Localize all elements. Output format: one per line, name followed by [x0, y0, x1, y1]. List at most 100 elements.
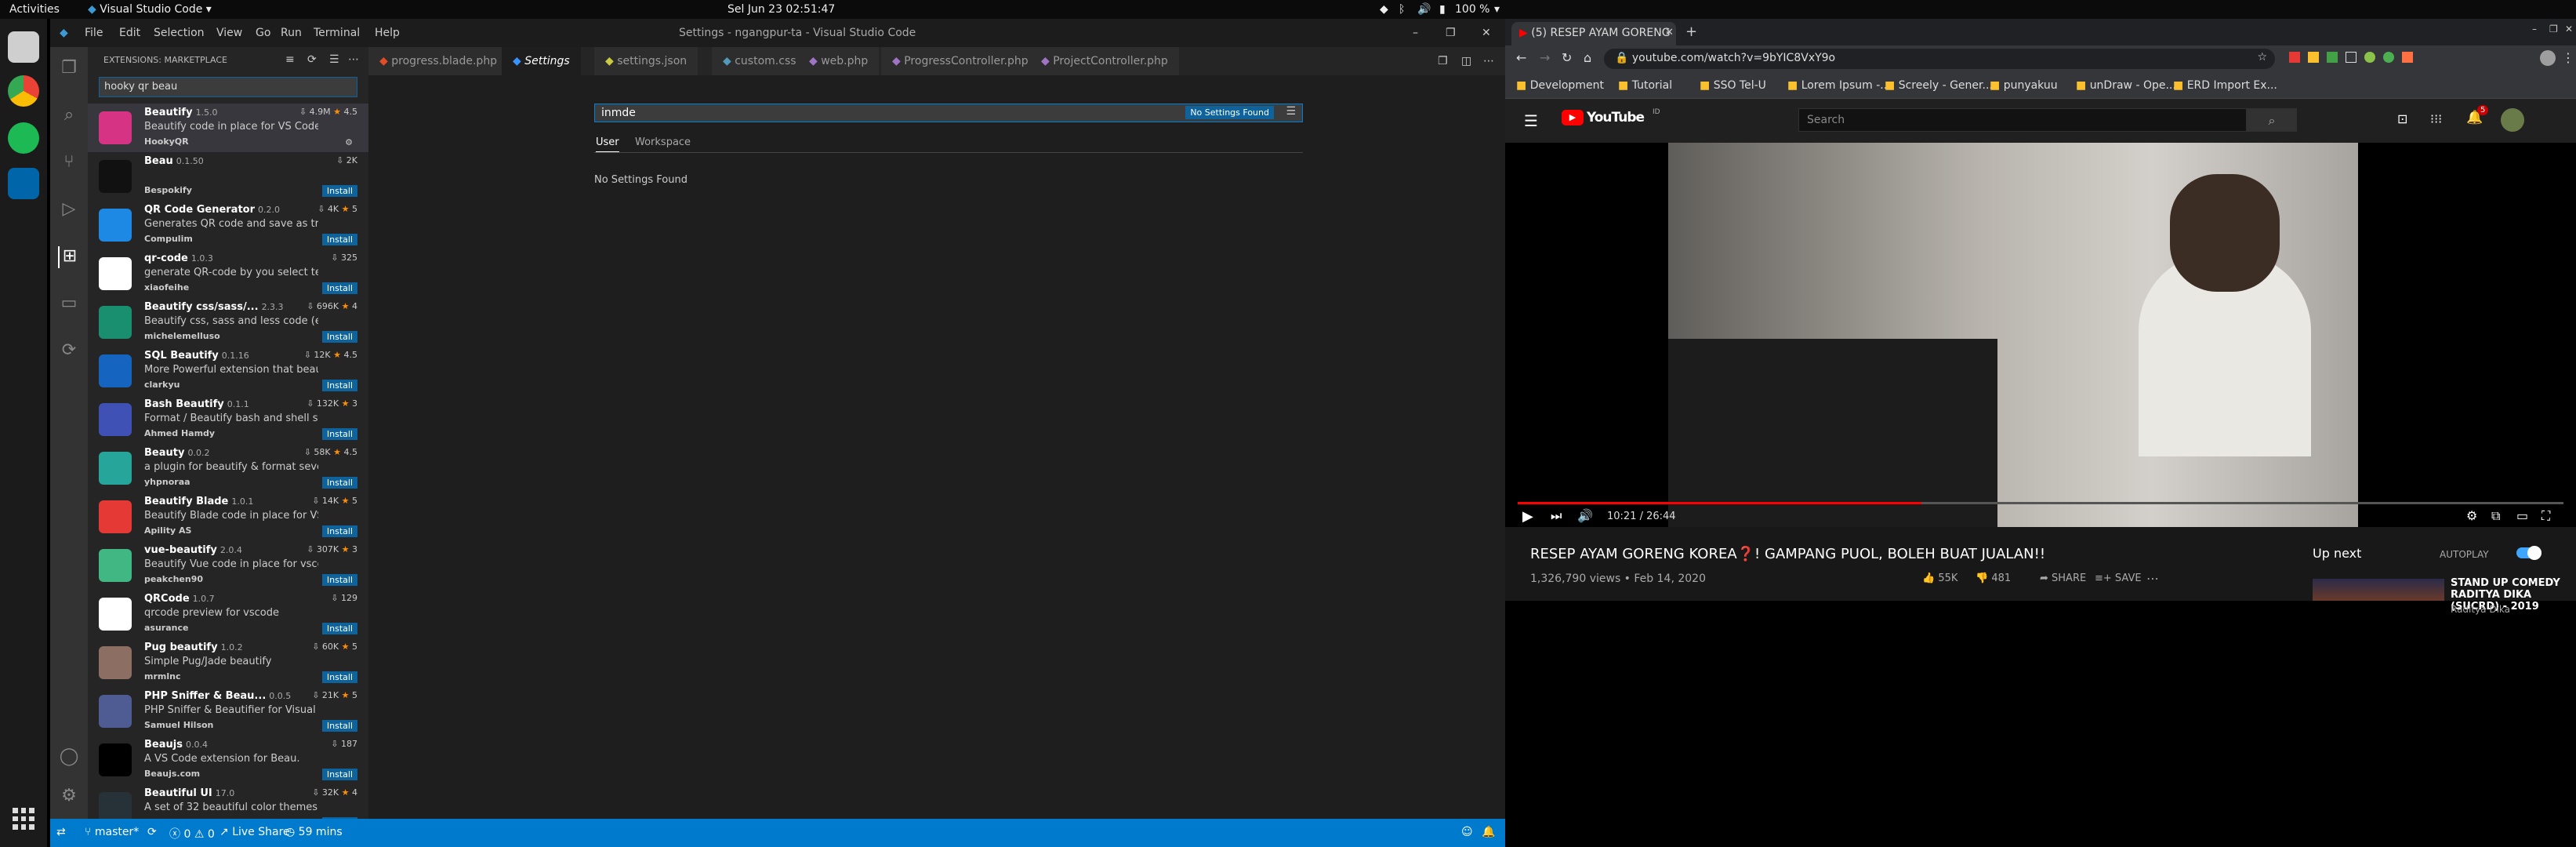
extension-item[interactable]: Beau 0.1.50 Bespokify ⇩ 2K Install: [88, 152, 368, 201]
more-options-icon[interactable]: ⋯: [2146, 571, 2159, 586]
sync-icon[interactable]: ⟳: [147, 826, 157, 838]
forward-icon[interactable]: →: [1540, 50, 1550, 65]
live-share-icon[interactable]: ⟳: [58, 340, 80, 362]
profile-avatar[interactable]: [2540, 50, 2556, 66]
bookmark-item[interactable]: ■ SSO Tel-U: [1700, 79, 1766, 92]
battery-icon[interactable]: ▮: [1439, 3, 1446, 16]
editor-more-icon[interactable]: ⋯: [1483, 55, 1494, 67]
filter-icon[interactable]: ≡: [285, 53, 295, 66]
feedback-icon[interactable]: ☺: [1461, 826, 1473, 838]
open-settings-json-icon[interactable]: ❐: [1438, 55, 1448, 67]
close-icon[interactable]: ✕: [1482, 27, 1491, 39]
create-video-icon[interactable]: ⊡: [2397, 111, 2407, 126]
next-video-thumbnail[interactable]: [2313, 579, 2444, 601]
network-icon[interactable]: ◆: [1380, 3, 1388, 16]
volume-icon[interactable]: 🔊: [1417, 3, 1431, 16]
menu-file[interactable]: File: [85, 27, 103, 39]
extension-icon-1[interactable]: [2289, 52, 2300, 63]
extension-item[interactable]: vue-beautify 2.0.4 Beautify Vue code in pl…: [88, 541, 368, 590]
extension-icon-5[interactable]: [2364, 52, 2375, 63]
spotify-icon[interactable]: [8, 122, 39, 154]
bookmark-item[interactable]: ■ Screely - Gener...: [1885, 79, 1993, 92]
home-icon[interactable]: ⌂: [1584, 50, 1591, 65]
menu-view[interactable]: View: [216, 27, 242, 39]
play-icon[interactable]: ▶: [1522, 508, 1533, 525]
extension-item[interactable]: qr-code 1.0.3 generate QR-code by you sele…: [88, 249, 368, 298]
menu-selection[interactable]: Selection: [154, 27, 205, 39]
problems-status[interactable]: ⓧ 0 ⚠ 0: [169, 826, 215, 842]
extension-icon-2[interactable]: [2308, 52, 2319, 63]
bookmark-item[interactable]: ■ ERD Import Ex...: [2173, 79, 2277, 92]
save-button[interactable]: ≡+ SAVE: [2095, 573, 2142, 584]
share-button[interactable]: ➦ SHARE: [2040, 573, 2086, 584]
extension-item[interactable]: QRCode 1.0.7 qrcode preview for vscode asur…: [88, 590, 368, 638]
menu-run[interactable]: Run: [281, 27, 302, 39]
dislike-button[interactable]: 👎 481: [1976, 573, 2011, 584]
address-bar[interactable]: 🔒 youtube.com/watch?v=9bYIC8VxY9o ☆: [1604, 49, 2275, 69]
remote-icon[interactable]: ⇄: [56, 826, 66, 838]
install-button[interactable]: Install: [321, 574, 357, 586]
extension-icon-3[interactable]: [2327, 52, 2338, 63]
clock[interactable]: Sel Jun 23 02:51:47: [727, 3, 835, 16]
miniplayer-icon[interactable]: ⧉: [2491, 508, 2500, 524]
extension-icon-4[interactable]: [2346, 52, 2356, 63]
maximize-icon[interactable]: ❐: [1446, 27, 1456, 39]
remote-explorer-icon[interactable]: ▭: [58, 293, 80, 315]
maximize-icon[interactable]: ❐: [2549, 24, 2558, 35]
run-debug-icon[interactable]: ▷: [58, 199, 80, 221]
extension-item[interactable]: QR Code Generator 0.2.0 Generates QR code …: [88, 201, 368, 249]
clear-icon[interactable]: ☰: [329, 53, 339, 66]
extension-item[interactable]: Beautify Blade 1.0.1 Beautify Blade code i…: [88, 493, 368, 541]
install-button[interactable]: Install: [321, 331, 357, 343]
install-button[interactable]: Install: [321, 671, 357, 683]
bookmark-item[interactable]: ■ Tutorial: [1618, 79, 1672, 92]
youtube-search-input[interactable]: Search: [1798, 108, 2247, 132]
tab-youtube[interactable]: ▶ (5) RESEP AYAM GORENG: [1511, 22, 1676, 45]
vscode-dock-icon[interactable]: [8, 168, 39, 199]
system-menu-arrow[interactable]: ▾: [1494, 3, 1500, 16]
menu-terminal[interactable]: Terminal: [314, 27, 360, 39]
like-button[interactable]: 👍 55K: [1922, 573, 1957, 584]
extension-item[interactable]: Beauty 0.0.2 a plugin for beautify & forma…: [88, 444, 368, 493]
search-icon[interactable]: ⌕: [58, 105, 80, 127]
source-control-icon[interactable]: ⑂: [58, 152, 80, 174]
tab-workspace-settings[interactable]: Workspace: [635, 136, 691, 148]
video-progress-track[interactable]: [1518, 502, 2563, 504]
editor-tab[interactable]: ◆ Settings: [502, 47, 581, 75]
new-tab-icon[interactable]: +: [1685, 24, 1697, 40]
youtube-search-button[interactable]: ⌕: [2247, 108, 2297, 132]
split-editor-icon[interactable]: ◫: [1461, 55, 1471, 67]
install-button[interactable]: Install: [321, 428, 357, 440]
files-icon[interactable]: [8, 31, 39, 63]
chrome-menu-icon[interactable]: ⋮: [2562, 50, 2574, 65]
activities-button[interactable]: Activities: [9, 3, 60, 16]
install-button[interactable]: Install: [321, 623, 357, 634]
branch-status[interactable]: ⑂ master*: [85, 826, 139, 838]
account-avatar[interactable]: [2501, 108, 2524, 132]
fullscreen-icon[interactable]: ⛶: [2542, 508, 2550, 524]
editor-tab[interactable]: ◆ custom.css: [712, 47, 807, 75]
account-icon[interactable]: ◯: [58, 747, 80, 769]
youtube-logo-icon[interactable]: ▶: [1562, 110, 1584, 125]
bookmark-star-icon[interactable]: ☆: [2257, 51, 2267, 64]
install-button[interactable]: Install: [321, 525, 357, 537]
bluetooth-icon[interactable]: ᛒ: [1399, 3, 1405, 16]
menu-go[interactable]: Go: [256, 27, 270, 39]
extension-item[interactable]: Pug beautify 1.0.2 Simple Pug/Jade beautif…: [88, 638, 368, 687]
minimize-icon[interactable]: –: [1413, 27, 1418, 39]
editor-tab[interactable]: ◆ ProgressController.php: [881, 47, 1039, 75]
extensions-icon[interactable]: ⊞: [58, 246, 80, 268]
menu-icon[interactable]: ☰: [1524, 111, 1538, 130]
wakatime-status[interactable]: ◷ 59 mins: [285, 826, 343, 838]
menu-help[interactable]: Help: [375, 27, 400, 39]
show-apps-icon[interactable]: [13, 808, 34, 830]
install-button[interactable]: Install: [321, 720, 357, 732]
editor-tab[interactable]: ◆ settings.json: [594, 47, 698, 75]
next-video-channel[interactable]: Raditya Dika: [2451, 604, 2510, 615]
bookmark-item[interactable]: ■ unDraw - Ope...: [2076, 79, 2176, 92]
settings-gear-icon[interactable]: ⚙: [2466, 508, 2477, 523]
install-button[interactable]: Install: [321, 185, 357, 197]
install-button[interactable]: Install: [321, 234, 357, 245]
refresh-icon[interactable]: ⟳: [307, 53, 317, 66]
explorer-icon[interactable]: ❐: [58, 58, 80, 80]
